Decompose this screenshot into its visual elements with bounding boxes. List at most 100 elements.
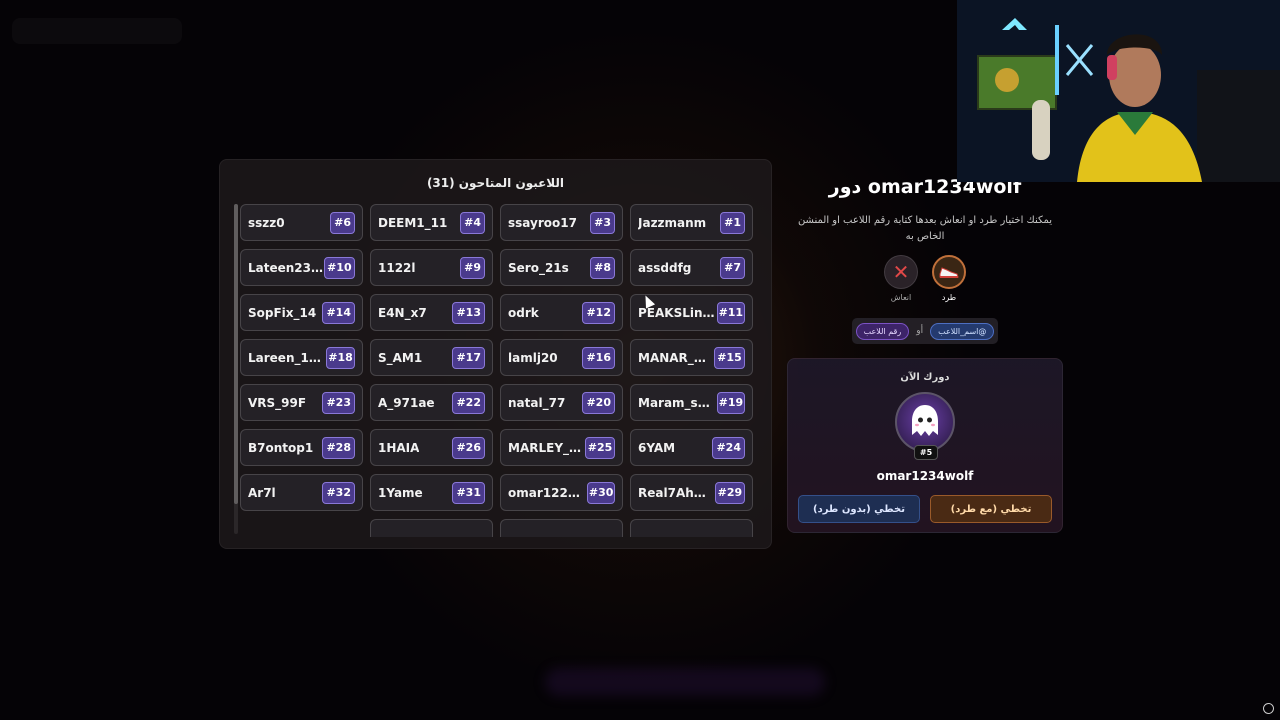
player-name: lamlj20	[508, 350, 558, 365]
player-card[interactable]: omar1223de...#30	[500, 474, 623, 511]
instructions-text: يمكنك اختيار طرد او انعاش بعدها كتابة رق…	[797, 215, 1053, 242]
player-card[interactable]: SopFix_14 #14	[240, 294, 363, 331]
player-card[interactable]: A_971ae #22	[370, 384, 493, 421]
player-number: #18	[326, 346, 355, 369]
player-number: #32	[322, 481, 355, 504]
player-card[interactable]: MANAR_115 #15	[630, 339, 753, 376]
settings-icon[interactable]	[1263, 703, 1274, 714]
kick-label: طرد	[941, 293, 957, 302]
player-card[interactable]: 1HAIA #26	[370, 429, 493, 466]
player-name: assddfg	[638, 260, 692, 275]
player-name: DEEM1_11	[378, 215, 448, 230]
player-number: #12	[582, 301, 615, 324]
player-card[interactable]: MARLEY_110#25	[500, 429, 623, 466]
player-name: sszz0	[248, 215, 285, 230]
player-name: MARLEY_110	[508, 440, 586, 455]
player-name: VRS_99F	[248, 395, 307, 410]
player-card[interactable]: lamlj20 #16	[500, 339, 623, 376]
player-card[interactable]: S_AM1 #17	[370, 339, 493, 376]
player-name: ssayroo17	[508, 215, 577, 230]
player-number: #3	[590, 211, 615, 234]
player-number-badge: #5	[914, 445, 938, 460]
player-card[interactable]: Jazzmanm #1	[630, 204, 753, 241]
player-name: natal_77	[508, 395, 566, 410]
player-name: Sero_21s	[508, 260, 569, 275]
ghost-icon	[912, 405, 938, 436]
player-card[interactable]: 1122l #9	[370, 249, 493, 286]
current-turn-label: دورك الآن	[900, 372, 950, 383]
player-number: #17	[452, 346, 485, 369]
mention-name-pill: @اسم_اللاعب	[930, 322, 995, 340]
player-number: #19	[716, 391, 745, 414]
player-name: Lateen2325	[248, 260, 324, 275]
player-number: #1	[720, 211, 745, 234]
player-number: #14	[322, 301, 355, 324]
current-turn-card: دورك الآن #5 omar1234wolf تخطي (بدون طرد…	[787, 358, 1063, 533]
players-grid-viewport: sszz0 #6 DEEM1_11 #4 ssayroo17 #3 Jazzmanm #1 La…	[240, 204, 760, 537]
kick-action[interactable]: طرد	[929, 255, 969, 302]
player-card[interactable]: Maram_sxb_...#19	[630, 384, 753, 421]
player-card[interactable]: Ar7l #32	[240, 474, 363, 511]
player-card[interactable]: ssayroo17 #3	[500, 204, 623, 241]
scrollbar-thumb[interactable]	[234, 204, 238, 504]
blurred-footer	[545, 668, 825, 696]
player-number: #30	[587, 481, 615, 504]
player-card[interactable]: VRS_99F #23	[240, 384, 363, 421]
cross-icon: ✕	[884, 255, 918, 289]
player-number: #4	[460, 211, 485, 234]
player-name: Lareen_111...	[248, 350, 326, 365]
skip-with-kick-button[interactable]: تخطي (مع طرد)	[930, 495, 1052, 523]
player-card[interactable]: Real7Ahmad #29	[630, 474, 753, 511]
player-number: #24	[712, 436, 745, 459]
player-name: Ar7l	[248, 485, 276, 500]
player-name: odrk	[508, 305, 539, 320]
player-card[interactable]: DEEM1_11 #4	[370, 204, 493, 241]
player-card[interactable]: assddfg #7	[630, 249, 753, 286]
player-card[interactable]: Sero_21s #8	[500, 249, 623, 286]
panel-title: اللاعبون المتاحون (31)	[426, 176, 565, 190]
player-card[interactable]: 1Yame #31	[370, 474, 493, 511]
player-number: #13	[452, 301, 485, 324]
player-number: #11	[716, 301, 745, 324]
player-number: #26	[452, 436, 485, 459]
player-number: #8	[590, 256, 615, 279]
player-card[interactable]: sszz0 #6	[240, 204, 363, 241]
player-number: #31	[452, 481, 485, 504]
revive-action[interactable]: ✕ انعاش	[881, 255, 921, 302]
player-number: #10	[323, 256, 355, 279]
player-card[interactable]: Lateen2325 #10	[240, 249, 363, 286]
player-card[interactable]: Lareen_111...#18	[240, 339, 363, 376]
player-card[interactable]: B7ontop1 #28	[240, 429, 363, 466]
player-number: #28	[322, 436, 355, 459]
player-name: PEAKSLino7...	[638, 305, 717, 320]
player-number: #20	[582, 391, 615, 414]
mention-hint: @اسم_اللاعب أو رقم اللاعب	[852, 318, 998, 344]
player-card[interactable]: natal_77 #20	[500, 384, 623, 421]
skip-without-kick-button[interactable]: تخطي (بدون طرد)	[798, 495, 920, 523]
player-name: A_971ae	[378, 395, 435, 410]
sneaker-icon	[932, 255, 966, 289]
player-name: E4N_x7	[378, 305, 427, 320]
player-number: #9	[460, 256, 485, 279]
sneaker-svg	[939, 267, 959, 278]
player-card-partial[interactable]	[500, 519, 623, 537]
player-card[interactable]: E4N_x7 #13	[370, 294, 493, 331]
player-number: #15	[713, 346, 745, 369]
player-name: B7ontop1	[248, 440, 314, 455]
player-name: omar1223de...	[508, 485, 587, 500]
player-number: #7	[720, 256, 745, 279]
player-name: MANAR_115	[638, 350, 714, 365]
player-card[interactable]: 6YAM #24	[630, 429, 753, 466]
webcam-scene	[957, 0, 1280, 182]
player-name: 1HAIA	[378, 440, 420, 455]
player-card-partial[interactable]	[630, 519, 753, 537]
player-name: Maram_sxb_...	[638, 395, 717, 410]
player-card[interactable]: odrk #12	[500, 294, 623, 331]
revive-label: انعاش	[890, 293, 912, 302]
player-number: #25	[585, 436, 615, 459]
player-card-partial[interactable]	[370, 519, 493, 537]
players-grid: sszz0 #6 DEEM1_11 #4 ssayroo17 #3 Jazzmanm #1 La…	[240, 204, 760, 537]
mention-number-pill: رقم اللاعب	[855, 322, 910, 340]
player-name: Real7Ahmad	[638, 485, 715, 500]
player-name: 1Yame	[378, 485, 423, 500]
